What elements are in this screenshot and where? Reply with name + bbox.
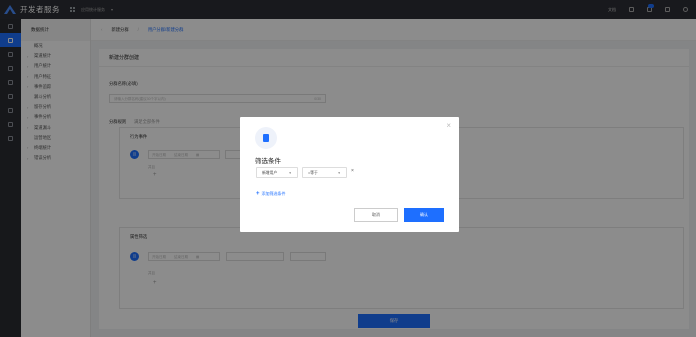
field-select[interactable]: 新增用户 ▾ — [256, 167, 298, 178]
remove-condition-icon[interactable]: × — [351, 168, 354, 174]
app-window: 开发者服务 应用统计服务 ▾ 文档 数据统计 概况 › 渠道统计 › 用户统计 › 用户特征 ›… — [0, 0, 696, 337]
filter-dialog: × 筛选条件 新增用户 ▾ =等于 ▾ × + 添加筛选条件 取消 确认 — [240, 117, 459, 232]
chevron-down-icon: ▾ — [338, 171, 340, 175]
chevron-down-icon: ▾ — [289, 171, 291, 175]
document-icon — [255, 127, 277, 149]
plus-icon: + — [256, 191, 260, 197]
ok-button[interactable]: 确认 — [404, 208, 444, 222]
add-condition-button[interactable]: + 添加筛选条件 — [256, 191, 286, 197]
operator-select[interactable]: =等于 ▾ — [302, 167, 347, 178]
close-icon[interactable]: × — [446, 122, 451, 130]
dialog-title: 筛选条件 — [255, 158, 281, 165]
cancel-button[interactable]: 取消 — [354, 208, 398, 222]
